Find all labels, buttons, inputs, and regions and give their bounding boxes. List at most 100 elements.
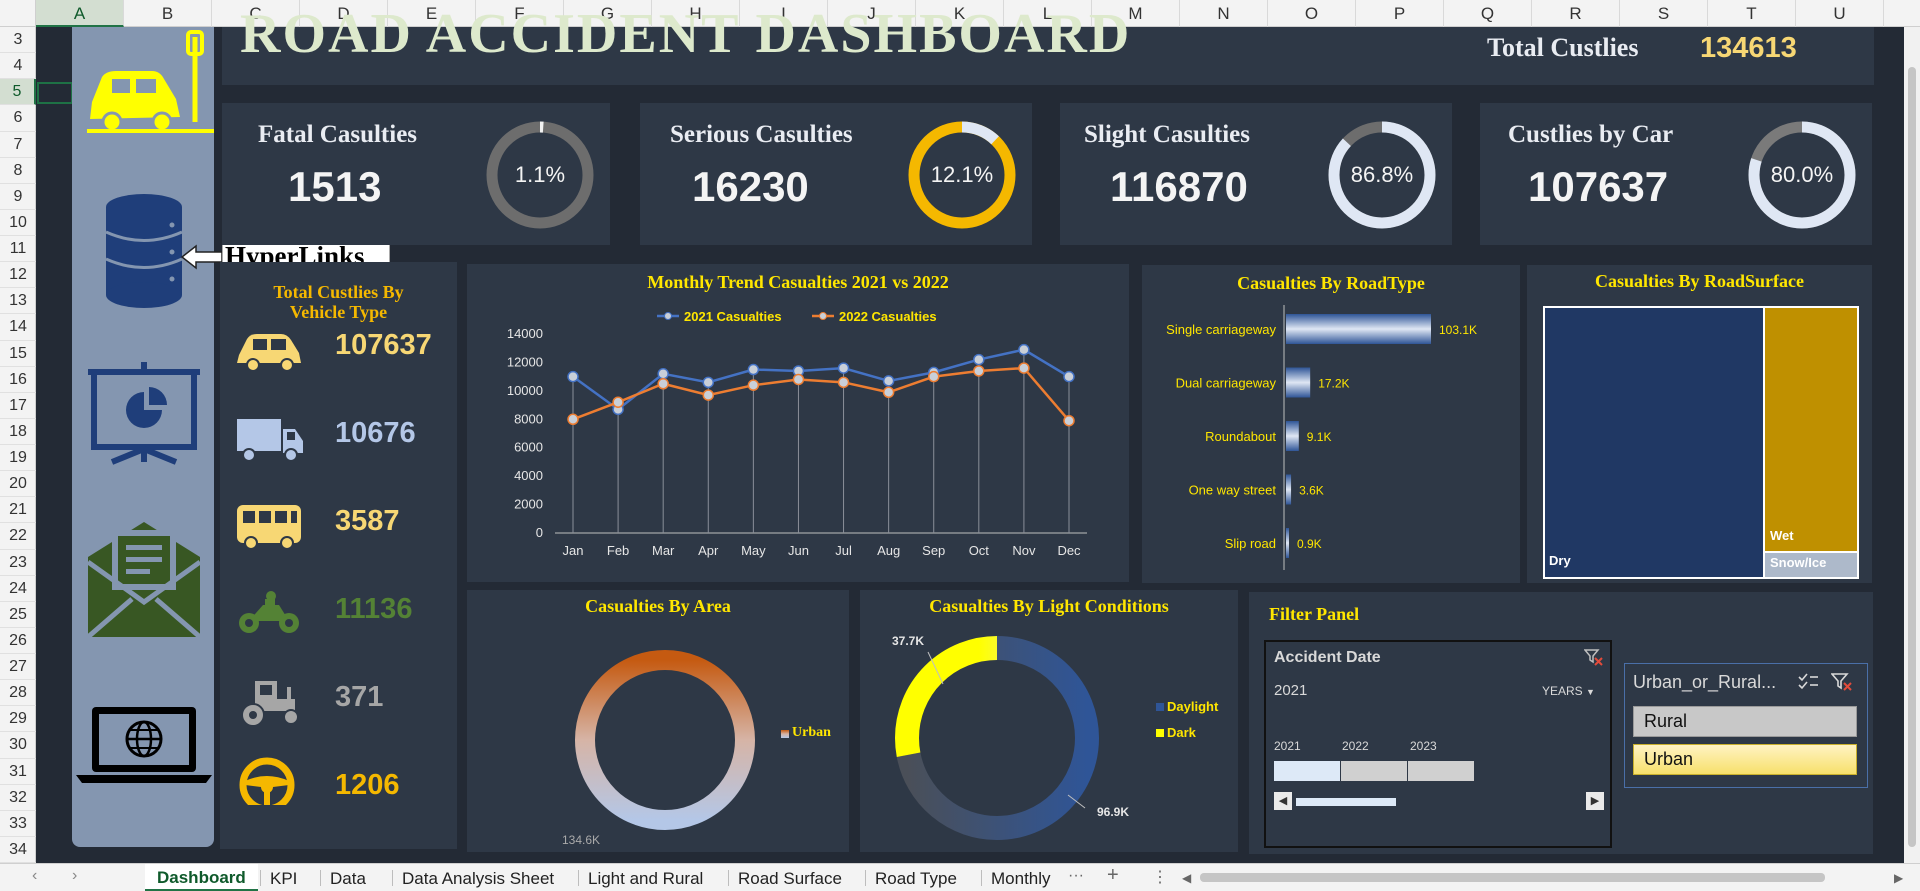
clear-filter-icon[interactable] [1584, 648, 1604, 666]
row-header-3[interactable]: 3 [0, 27, 36, 54]
database-icon[interactable] [105, 194, 183, 308]
sheet-tab-monthly[interactable]: Monthly [991, 869, 1051, 889]
x-tick-label: Dec [1057, 543, 1081, 558]
presentation-icon[interactable] [88, 362, 200, 465]
series-point [792, 373, 805, 386]
kpi-donut: 12.1% [908, 121, 1016, 229]
hscroll-right-icon[interactable]: ▶ [1894, 871, 1903, 885]
column-header-B[interactable]: B [124, 0, 212, 27]
slicer-option-rural[interactable]: Rural [1633, 706, 1857, 737]
timeline-scroll-right[interactable]: ▶ [1586, 792, 1604, 810]
clear-filter-icon[interactable] [1831, 672, 1853, 692]
sheet-tab-road-surface[interactable]: Road Surface [738, 869, 842, 889]
column-header-N[interactable]: N [1180, 0, 1268, 27]
treemap-label-snow-ice: Snow/Ice [1770, 555, 1827, 570]
row-header-7[interactable]: 7 [0, 132, 36, 158]
row-header-5[interactable]: 5 [0, 79, 36, 106]
row-header-11[interactable]: 11 [0, 236, 36, 263]
vertical-scroll-thumb[interactable] [1908, 67, 1916, 847]
row-header-31[interactable]: 31 [0, 759, 36, 785]
timeline-bar-2021[interactable] [1274, 761, 1340, 781]
row-header-34[interactable]: 34 [0, 837, 36, 863]
row-header-15[interactable]: 15 [0, 341, 36, 367]
row-header-21[interactable]: 21 [0, 497, 36, 524]
series-point [612, 396, 624, 408]
hscroll-left-icon[interactable]: ◀ [1182, 871, 1191, 885]
vertical-scrollbar[interactable] [1904, 27, 1920, 863]
accident-date-selected: 2021 [1274, 682, 1308, 699]
row-header-24[interactable]: 24 [0, 576, 36, 602]
row-header-32[interactable]: 32 [0, 785, 36, 811]
series-point [702, 376, 715, 389]
column-header-S[interactable]: S [1620, 0, 1708, 27]
sheet-tab-data-analysis-sheet[interactable]: Data Analysis Sheet [402, 869, 554, 889]
row-header-19[interactable]: 19 [0, 445, 36, 472]
more-sheets-button[interactable]: ··· [1068, 867, 1084, 885]
row-header-27[interactable]: 27 [0, 654, 36, 681]
row-header-8[interactable]: 8 [0, 158, 36, 184]
select-all-corner[interactable] [0, 0, 36, 27]
year-label-2021: 2021 [1274, 739, 1301, 753]
sheet-tab-light-and-rural[interactable]: Light and Rural [588, 869, 703, 889]
x-tick-label: Feb [607, 543, 629, 558]
bar-category-label: Single carriageway [1166, 322, 1276, 337]
row-header-17[interactable]: 17 [0, 393, 36, 419]
laptop-globe-icon[interactable] [76, 707, 212, 783]
row-header-10[interactable]: 10 [0, 210, 36, 236]
tab-scroll-left-icon[interactable]: ‹ [32, 867, 37, 885]
row-header-26[interactable]: 26 [0, 628, 36, 654]
kpi-donut-label: 86.8% [1351, 162, 1413, 187]
row-header-23[interactable]: 23 [0, 550, 36, 576]
selected-cell[interactable] [37, 82, 73, 104]
left-arrow-icon [180, 244, 223, 270]
period-dropdown[interactable]: YEARS ▼ [1542, 684, 1595, 698]
row-header-30[interactable]: 30 [0, 732, 36, 759]
row-header-18[interactable]: 18 [0, 419, 36, 445]
bar [1286, 474, 1292, 505]
sheet-tab-kpi[interactable]: KPI [270, 869, 297, 889]
row-header-20[interactable]: 20 [0, 471, 36, 498]
row-header-6[interactable]: 6 [0, 105, 36, 132]
slicer-option-urban[interactable]: Urban [1633, 744, 1857, 775]
x-tick-label: Apr [698, 543, 719, 558]
sheet-tab-data[interactable]: Data [330, 869, 366, 889]
column-header-A[interactable]: A [36, 0, 124, 27]
timeline-bar-2023[interactable] [1408, 761, 1474, 781]
timeline-bar-2022[interactable] [1341, 761, 1407, 781]
column-header-P[interactable]: P [1356, 0, 1444, 27]
row-header-14[interactable]: 14 [0, 314, 36, 341]
column-header-U[interactable]: U [1796, 0, 1884, 27]
tractor-icon [241, 681, 299, 727]
series-point [657, 368, 669, 380]
row-header-22[interactable]: 22 [0, 523, 36, 550]
urban-rural-slicer[interactable]: Urban_or_Rural... Rural Urban [1624, 663, 1868, 788]
kpi-value: 16230 [692, 163, 809, 210]
car-crash-icon[interactable] [87, 30, 214, 133]
row-header-12[interactable]: 12 [0, 262, 36, 289]
add-sheet-button[interactable]: + [1107, 864, 1119, 887]
row-header-9[interactable]: 9 [0, 184, 36, 210]
tab-scroll-right-icon[interactable]: › [72, 867, 77, 885]
column-header-R[interactable]: R [1532, 0, 1620, 27]
accident-date-slicer[interactable]: Accident Date 2021 YEARS ▼ 2021 2022 202… [1264, 640, 1612, 848]
column-header-Q[interactable]: Q [1444, 0, 1532, 27]
row-header-13[interactable]: 13 [0, 288, 36, 315]
horizontal-scroll-thumb[interactable] [1200, 873, 1825, 882]
row-header-16[interactable]: 16 [0, 367, 36, 393]
row-header-29[interactable]: 29 [0, 706, 36, 733]
column-header-O[interactable]: O [1268, 0, 1356, 27]
multi-select-icon[interactable] [1797, 672, 1819, 692]
row-header-4[interactable]: 4 [0, 53, 36, 80]
kpi-card-4: Custlies by Car 107637 80.0% [1480, 103, 1872, 245]
timeline-scroll-left[interactable]: ◀ [1274, 792, 1292, 810]
sheet-tab-dashboard[interactable]: Dashboard [145, 864, 258, 891]
tab-split-handle-icon[interactable]: ⋮ [1152, 867, 1168, 887]
email-icon[interactable] [86, 522, 202, 639]
row-header-33[interactable]: 33 [0, 811, 36, 837]
row-header-28[interactable]: 28 [0, 680, 36, 707]
column-header-T[interactable]: T [1708, 0, 1796, 27]
timeline-scroll-thumb[interactable] [1296, 798, 1396, 806]
bar [1286, 367, 1311, 398]
sheet-tab-road-type[interactable]: Road Type [875, 869, 957, 889]
row-header-25[interactable]: 25 [0, 602, 36, 628]
